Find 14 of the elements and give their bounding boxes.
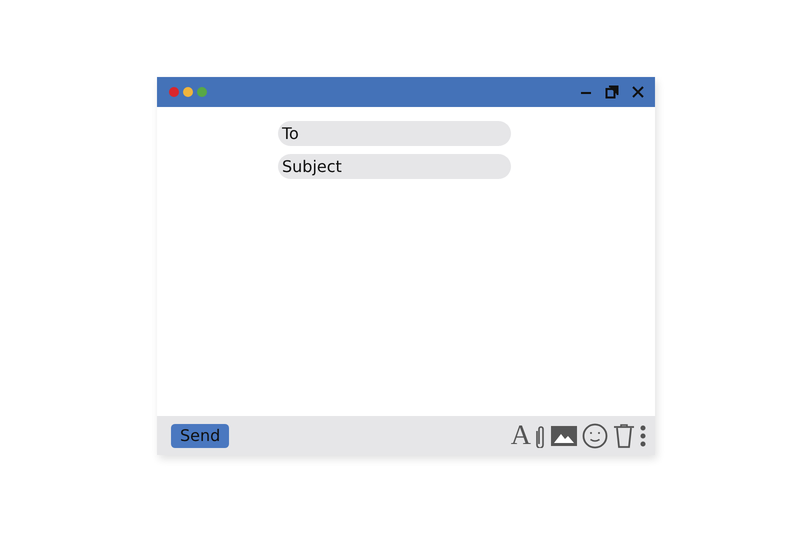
window-dot[interactable]	[183, 87, 193, 97]
smiley-icon[interactable]	[582, 422, 608, 448]
send-button[interactable]: Send	[171, 424, 230, 448]
restore-icon[interactable]	[605, 85, 619, 99]
input-field[interactable]: To	[278, 121, 511, 146]
image-icon[interactable]	[551, 424, 577, 446]
more-icon[interactable]	[640, 424, 646, 446]
input-field[interactable]: Subject	[278, 154, 511, 179]
paperclip-icon[interactable]	[536, 424, 546, 448]
text-format-button[interactable]: A	[510, 422, 531, 450]
window-dot[interactable]	[169, 87, 179, 97]
window-dot[interactable]	[197, 87, 207, 97]
close-icon[interactable]	[631, 85, 645, 99]
trash-icon[interactable]	[613, 424, 635, 448]
